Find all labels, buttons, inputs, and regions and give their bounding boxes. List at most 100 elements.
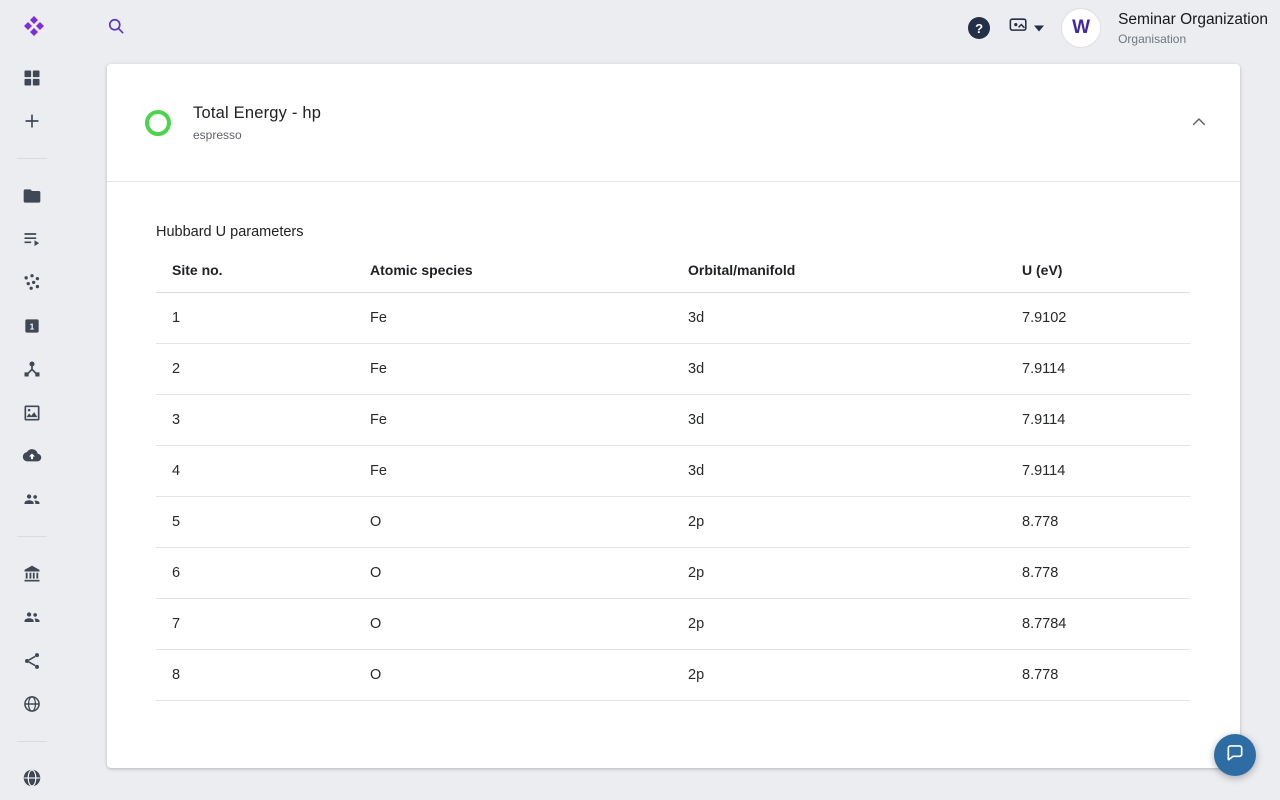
column-header-orbital: Orbital/manifold bbox=[672, 254, 1006, 293]
avatar-letter: W bbox=[1072, 17, 1090, 39]
plus-icon bbox=[22, 111, 42, 131]
sidebar-divider bbox=[17, 741, 47, 742]
image-icon bbox=[22, 403, 42, 423]
sidebar-item-box-one[interactable]: 1 bbox=[10, 304, 54, 347]
table-header: Site no. Atomic species Orbital/manifold… bbox=[156, 254, 1190, 293]
sidebar-item-add[interactable] bbox=[10, 99, 54, 142]
table-cell: 7 bbox=[156, 599, 354, 650]
sidebar-item-organization[interactable] bbox=[10, 552, 54, 595]
card-body: Hubbard U parameters Site no. Atomic spe… bbox=[107, 224, 1240, 701]
table-row: 6O2p8.778 bbox=[156, 548, 1190, 599]
sidebar-item-team[interactable] bbox=[10, 478, 54, 521]
table-cell: 8 bbox=[156, 650, 354, 701]
table-cell: 3d bbox=[672, 446, 1006, 497]
topbar: ? W Seminar Organization Organisation bbox=[0, 0, 1280, 56]
sidebar-item-media[interactable] bbox=[10, 391, 54, 434]
globe-icon bbox=[21, 767, 43, 789]
table-cell: Fe bbox=[354, 344, 672, 395]
chevron-down-icon bbox=[1034, 19, 1044, 37]
sidebar-divider bbox=[17, 536, 47, 537]
dashboard-icon bbox=[22, 68, 42, 88]
org-name: Seminar Organization bbox=[1118, 11, 1268, 29]
table-cell: 2p bbox=[672, 650, 1006, 701]
table-cell: Fe bbox=[354, 395, 672, 446]
table-row: 2Fe3d7.9114 bbox=[156, 344, 1190, 395]
app-logo[interactable] bbox=[22, 16, 46, 40]
table-row: 1Fe3d7.9102 bbox=[156, 293, 1190, 344]
table-cell: 8.7784 bbox=[1006, 599, 1190, 650]
table-cell: Fe bbox=[354, 446, 672, 497]
column-header-species: Atomic species bbox=[354, 254, 672, 293]
folder-icon bbox=[22, 186, 42, 206]
card-title-block: Total Energy - hp espresso bbox=[193, 104, 321, 142]
sidebar-item-share[interactable] bbox=[10, 639, 54, 682]
table-cell: 7.9114 bbox=[1006, 446, 1190, 497]
table-cell: 3d bbox=[672, 293, 1006, 344]
sidebar-item-public[interactable] bbox=[10, 682, 54, 725]
avatar[interactable]: W bbox=[1062, 9, 1100, 47]
sidebar-divider bbox=[17, 158, 47, 159]
result-card: Total Energy - hp espresso Hubbard U par… bbox=[107, 64, 1240, 768]
status-ring-icon bbox=[145, 110, 171, 136]
sidebar-item-members[interactable] bbox=[10, 595, 54, 638]
sidebar-item-files[interactable] bbox=[10, 174, 54, 217]
table-cell: 2p bbox=[672, 497, 1006, 548]
help-button[interactable]: ? bbox=[968, 17, 990, 39]
search-icon bbox=[106, 16, 126, 41]
column-header-site: Site no. bbox=[156, 254, 354, 293]
table-cell: 6 bbox=[156, 548, 354, 599]
table-row: 8O2p8.778 bbox=[156, 650, 1190, 701]
table-cell: 7.9114 bbox=[1006, 344, 1190, 395]
collapse-button[interactable] bbox=[1186, 110, 1212, 136]
sidebar-item-hierarchy[interactable] bbox=[10, 347, 54, 390]
cloud-upload-icon bbox=[21, 446, 43, 466]
sidebar-item-workflows[interactable] bbox=[10, 217, 54, 260]
card-header[interactable]: Total Energy - hp espresso bbox=[107, 64, 1240, 182]
share-icon bbox=[22, 651, 42, 671]
column-header-u: U (eV) bbox=[1006, 254, 1190, 293]
table-cell: 4 bbox=[156, 446, 354, 497]
org-subtitle: Organisation bbox=[1118, 32, 1268, 46]
chat-launcher-button[interactable] bbox=[1214, 734, 1256, 776]
table-row: 4Fe3d7.9114 bbox=[156, 446, 1190, 497]
table-cell: 1 bbox=[156, 293, 354, 344]
table-cell: 2p bbox=[672, 599, 1006, 650]
sidebar-item-dashboard[interactable] bbox=[10, 56, 54, 99]
topbar-right: ? W Seminar Organization Organisation bbox=[968, 9, 1280, 47]
table-row: 7O2p8.7784 bbox=[156, 599, 1190, 650]
table-cell: 5 bbox=[156, 497, 354, 548]
institution-icon bbox=[22, 564, 42, 584]
chat-bubble-icon bbox=[1225, 743, 1245, 768]
sidebar-item-structures[interactable] bbox=[10, 261, 54, 304]
table-cell: 8.778 bbox=[1006, 548, 1190, 599]
table-cell: O bbox=[354, 599, 672, 650]
search-button[interactable] bbox=[102, 14, 130, 42]
sidebar: 1 bbox=[0, 56, 64, 800]
table-cell: 8.778 bbox=[1006, 497, 1190, 548]
logo-icon bbox=[22, 14, 46, 43]
org-switcher[interactable]: Seminar Organization Organisation bbox=[1118, 11, 1268, 46]
section-title: Hubbard U parameters bbox=[156, 224, 1190, 240]
table-cell: O bbox=[354, 497, 672, 548]
sidebar-item-bottom[interactable] bbox=[10, 757, 54, 800]
table-row: 5O2p8.778 bbox=[156, 497, 1190, 548]
sidebar-item-cloud[interactable] bbox=[10, 434, 54, 477]
table-cell: 7.9102 bbox=[1006, 293, 1190, 344]
table-cell: O bbox=[354, 650, 672, 701]
card-subtitle: espresso bbox=[193, 128, 321, 142]
table-cell: Fe bbox=[354, 293, 672, 344]
table-cell: 3d bbox=[672, 344, 1006, 395]
help-icon: ? bbox=[975, 21, 983, 36]
group-icon bbox=[21, 607, 43, 627]
table-body: 1Fe3d7.91022Fe3d7.91143Fe3d7.91144Fe3d7.… bbox=[156, 293, 1190, 701]
table-cell: 3 bbox=[156, 395, 354, 446]
workspace-menu-button[interactable] bbox=[1008, 16, 1044, 41]
group-icon bbox=[21, 489, 43, 509]
hierarchy-icon bbox=[22, 359, 42, 379]
chevron-up-icon bbox=[1191, 114, 1207, 132]
card-title: Total Energy - hp bbox=[193, 104, 321, 123]
table-row: 3Fe3d7.9114 bbox=[156, 395, 1190, 446]
screen-share-icon bbox=[1008, 16, 1030, 41]
table-cell: 3d bbox=[672, 395, 1006, 446]
box-one-icon: 1 bbox=[22, 316, 42, 336]
